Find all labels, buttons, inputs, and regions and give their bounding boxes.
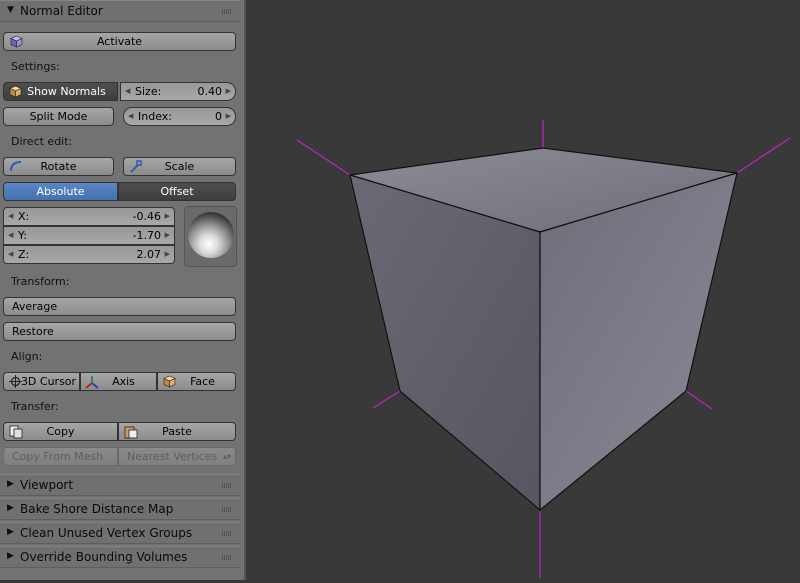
drag-grip-icon[interactable] xyxy=(222,555,232,560)
scale-label: Scale xyxy=(164,160,195,173)
collapse-triangle-icon: ▶ xyxy=(7,527,14,537)
split-mode-button[interactable]: Split Mode xyxy=(3,107,114,126)
updown-arrow-icon: ▴▾ xyxy=(222,452,231,461)
transfer-label: Transfer: xyxy=(11,400,59,413)
increment-arrow-icon[interactable]: ▶ xyxy=(226,83,231,100)
copy-button[interactable]: Copy xyxy=(3,422,118,441)
index-field[interactable]: ◀ Index: 0 ▶ xyxy=(123,107,236,126)
rotate-icon xyxy=(10,161,22,172)
transform-label: Transform: xyxy=(11,275,70,288)
y-value: -1.70 xyxy=(132,229,161,242)
paste-icon xyxy=(124,426,138,439)
normal-sphere-icon[interactable] xyxy=(188,212,234,258)
z-label: Z: xyxy=(18,248,30,261)
box-icon xyxy=(9,85,22,98)
index-value: 0 xyxy=(215,110,222,123)
activate-button[interactable]: Activate xyxy=(3,32,236,51)
axis-label: Axis xyxy=(112,375,135,388)
copy-from-mesh-label: Copy From Mesh xyxy=(12,450,104,463)
index-label: Index: xyxy=(138,110,172,123)
decrement-arrow-icon[interactable]: ◀ xyxy=(8,246,13,263)
align-face-button[interactable]: Face xyxy=(157,372,236,391)
align-label: Align: xyxy=(11,350,43,363)
cube-icon xyxy=(10,35,23,48)
x-label: X: xyxy=(18,210,30,223)
normal-direction-widget[interactable] xyxy=(184,206,237,267)
normal-editor-header[interactable]: ▼ Normal Editor xyxy=(0,0,240,22)
absolute-label: Absolute xyxy=(36,185,85,198)
average-label: Average xyxy=(12,300,58,313)
collapse-triangle-icon: ▶ xyxy=(7,503,14,513)
show-normals-toggle[interactable]: Show Normals xyxy=(3,82,118,101)
increment-arrow-icon[interactable]: ▶ xyxy=(165,208,170,225)
decrement-arrow-icon[interactable]: ◀ xyxy=(8,208,13,225)
nearest-vertices-dropdown[interactable]: Nearest Vertices ▴▾ xyxy=(118,447,236,466)
copy-label: Copy xyxy=(46,425,75,438)
expand-triangle-icon: ▼ xyxy=(7,5,14,15)
3d-viewport[interactable] xyxy=(246,0,800,580)
axis-icon xyxy=(85,376,99,389)
decrement-arrow-icon[interactable]: ◀ xyxy=(125,83,130,100)
drag-grip-icon[interactable] xyxy=(222,531,232,536)
viewport-panel-header[interactable]: ▶ Viewport xyxy=(0,474,240,496)
settings-label: Settings: xyxy=(11,60,60,73)
x-value: -0.46 xyxy=(132,210,161,223)
show-normals-label: Show Normals xyxy=(27,85,106,98)
panel-header-label: Clean Unused Vertex Groups xyxy=(20,526,193,540)
face-icon xyxy=(163,375,176,388)
panel-header-label: Override Bounding Volumes xyxy=(20,550,188,564)
restore-label: Restore xyxy=(12,325,54,338)
collapse-triangle-icon: ▶ xyxy=(7,551,14,561)
y-field[interactable]: ◀ Y: -1.70 ▶ xyxy=(3,226,175,245)
clean-vertex-groups-panel-header[interactable]: ▶ Clean Unused Vertex Groups xyxy=(0,522,240,544)
panel-header-label: Bake Shore Distance Map xyxy=(20,502,174,516)
restore-button[interactable]: Restore xyxy=(3,322,236,341)
drag-grip-icon[interactable] xyxy=(222,507,232,512)
average-button[interactable]: Average xyxy=(3,297,236,316)
size-field[interactable]: ◀ Size: 0.40 ▶ xyxy=(120,82,236,101)
scale-button[interactable]: Scale xyxy=(123,157,236,176)
collapse-triangle-icon: ▶ xyxy=(7,479,14,489)
offset-toggle[interactable]: Offset xyxy=(118,182,236,201)
face-label: Face xyxy=(190,375,215,388)
normal-editor-panel: ▼ Normal Editor Activate Settings: Show … xyxy=(0,0,246,580)
rotate-button[interactable]: Rotate xyxy=(3,157,114,176)
increment-arrow-icon[interactable]: ▶ xyxy=(165,246,170,263)
direct-edit-label: Direct edit: xyxy=(11,135,73,148)
copy-icon xyxy=(9,425,23,439)
z-value: 2.07 xyxy=(136,248,162,261)
absolute-toggle[interactable]: Absolute xyxy=(3,182,118,201)
paste-label: Paste xyxy=(162,425,192,438)
split-mode-label: Split Mode xyxy=(29,110,88,123)
decrement-arrow-icon[interactable]: ◀ xyxy=(128,108,133,125)
z-field[interactable]: ◀ Z: 2.07 ▶ xyxy=(3,245,175,264)
crosshair-icon xyxy=(9,375,22,388)
size-label: Size: xyxy=(135,85,162,98)
size-value: 0.40 xyxy=(197,85,223,98)
bake-shore-panel-header[interactable]: ▶ Bake Shore Distance Map xyxy=(0,498,240,520)
x-field[interactable]: ◀ X: -0.46 ▶ xyxy=(3,207,175,226)
panel-header-label: Normal Editor xyxy=(20,4,103,18)
panel-header-label: Viewport xyxy=(20,478,74,492)
increment-arrow-icon[interactable]: ▶ xyxy=(226,108,231,125)
offset-label: Offset xyxy=(160,185,194,198)
activate-label: Activate xyxy=(96,35,143,48)
paste-button[interactable]: Paste xyxy=(118,422,236,441)
align-axis-button[interactable]: Axis xyxy=(80,372,157,391)
align-3d-cursor-button[interactable]: 3D Cursor xyxy=(3,372,80,391)
cursor-label: 3D Cursor xyxy=(20,375,77,388)
nearest-vertices-label: Nearest Vertices xyxy=(127,450,218,463)
increment-arrow-icon[interactable]: ▶ xyxy=(165,227,170,244)
cube-mesh[interactable] xyxy=(349,147,738,512)
rotate-label: Rotate xyxy=(40,160,77,173)
drag-grip-icon[interactable] xyxy=(222,483,232,488)
override-bounding-panel-header[interactable]: ▶ Override Bounding Volumes xyxy=(0,546,240,568)
viewport-canvas[interactable] xyxy=(246,0,800,580)
copy-from-mesh-button[interactable]: Copy From Mesh xyxy=(3,447,118,466)
decrement-arrow-icon[interactable]: ◀ xyxy=(8,227,13,244)
drag-grip-icon[interactable] xyxy=(222,9,232,14)
y-label: Y: xyxy=(18,229,27,242)
scale-icon xyxy=(130,160,142,173)
